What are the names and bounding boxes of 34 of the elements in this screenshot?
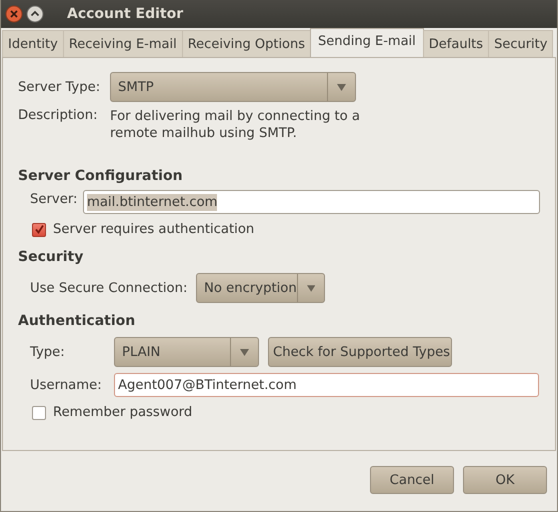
- checkbox-label[interactable]: Remember password: [53, 405, 192, 420]
- maximize-icon[interactable]: [26, 5, 44, 23]
- field-label: Type:: [30, 344, 66, 360]
- tab[interactable]: Sending E-mail: [310, 28, 424, 57]
- field-label: Server Type:: [18, 80, 102, 94]
- section-heading: Authentication: [18, 313, 136, 329]
- tab[interactable]: Security: [488, 30, 554, 57]
- server-field[interactable]: mail.btinternet.com: [83, 190, 540, 214]
- checkbox[interactable]: [32, 222, 46, 236]
- field-label: Use Secure Connection:: [30, 280, 188, 296]
- tab[interactable]: Receiving E-mail: [62, 30, 183, 57]
- field-label: Server:: [30, 191, 78, 207]
- cancel-button[interactable]: Cancel: [370, 466, 454, 494]
- dropdown-arrow-icon: [306, 284, 315, 292]
- auth-type-dropdown[interactable]: PLAIN: [114, 337, 259, 367]
- window-title: Account Editor: [67, 6, 184, 22]
- tab[interactable]: Receiving Options: [182, 30, 312, 57]
- dropdown-arrow-icon: [337, 84, 346, 90]
- checkbox[interactable]: [32, 406, 46, 420]
- dropdown-arrow-icon: [240, 348, 249, 356]
- section-heading: Server Configuration: [18, 168, 184, 184]
- tab[interactable]: Identity: [2, 30, 64, 57]
- check-types-button[interactable]: Check for Supported Types: [268, 337, 452, 367]
- tab[interactable]: Defaults: [422, 30, 490, 57]
- username-field[interactable]: Agent007@BTinternet.com: [114, 373, 539, 397]
- checkbox-label[interactable]: Server requires authentication: [53, 222, 254, 237]
- section-heading: Security: [18, 249, 84, 265]
- field-label: Description:: [18, 108, 99, 123]
- description-text: For delivering mail by connecting to a remote mailhub using SMTP.: [110, 108, 362, 142]
- ok-button[interactable]: OK: [463, 466, 547, 494]
- close-icon[interactable]: [5, 5, 23, 23]
- server-type-dropdown[interactable]: SMTP: [110, 72, 356, 102]
- field-label: Username:: [30, 378, 103, 392]
- encryption-dropdown[interactable]: No encryption: [196, 273, 325, 303]
